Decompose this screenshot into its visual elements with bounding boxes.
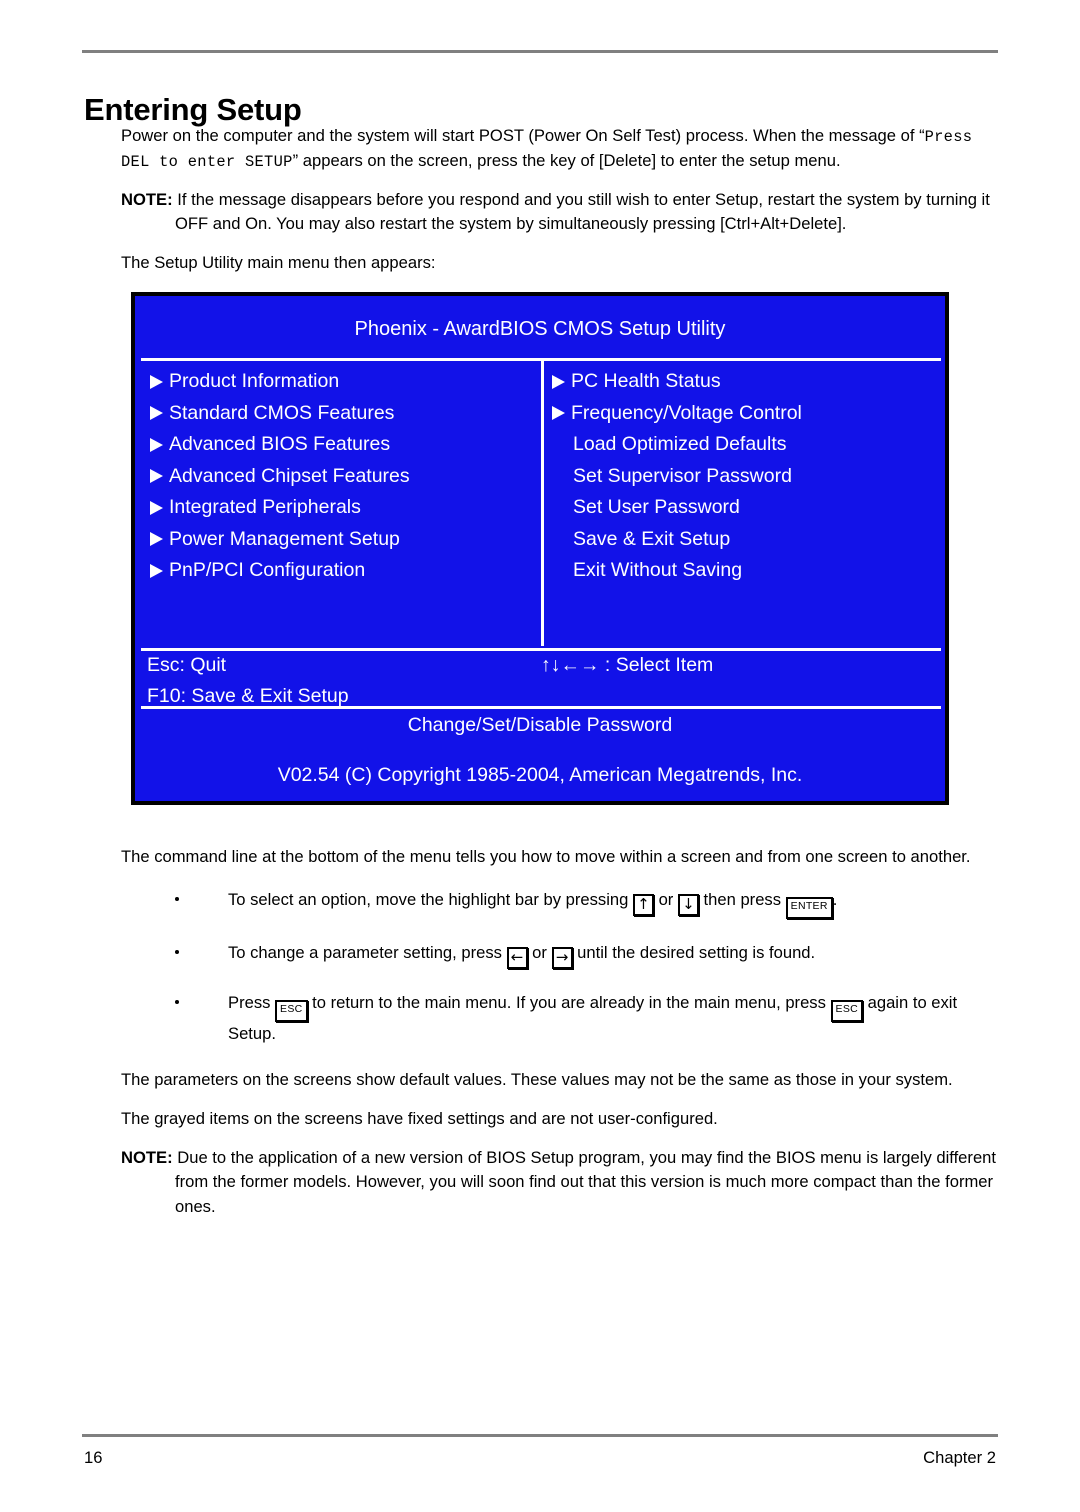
bios-menu-item[interactable]: Frequency/Voltage Control — [549, 398, 939, 430]
bullet3-part2: to return to the main menu. If you are a… — [307, 992, 831, 1012]
triangle-right-icon — [150, 532, 163, 547]
esc-key-icon: ESC — [275, 999, 308, 1022]
page-title: Entering Setup — [84, 91, 302, 127]
bullet-dot-icon — [175, 999, 179, 1004]
intro-text-block: Power on the computer and the system wil… — [121, 124, 996, 289]
default-values-paragraph: The parameters on the screens show defau… — [121, 1070, 953, 1090]
bios-menu-item-label: Advanced Chipset Features — [169, 464, 410, 487]
bios-menu-item-label: Set User Password — [573, 496, 740, 518]
triangle-right-icon — [552, 374, 565, 389]
bullet-dot-icon — [175, 949, 179, 954]
bios-menu-left-column: Product Information Standard CMOS Featur… — [147, 366, 537, 587]
bios-version-note-label: NOTE: — [121, 1147, 173, 1167]
bios-menu-item-label: Save & Exit Setup — [573, 527, 731, 550]
triangle-right-icon — [150, 406, 163, 421]
enter-key-icon: ENTER — [785, 896, 833, 919]
bullet1-part1: To select an option, move the highlight … — [228, 889, 633, 909]
bios-menu-item-label: Set Supervisor Password — [573, 464, 792, 487]
bullet-dot-icon — [175, 896, 179, 901]
bios-key-f10: F10: Save & Exit Setup — [147, 685, 349, 707]
triangle-right-icon — [150, 563, 163, 578]
bios-menu-item-label: Power Management Setup — [169, 527, 400, 550]
bios-version-note: NOTE: Due to the application of a new ve… — [121, 1146, 996, 1220]
bios-menu-item[interactable]: Load Optimized Defaults — [549, 429, 939, 461]
command-line-paragraph: The command line at the bottom of the me… — [121, 847, 971, 866]
bios-help-line: Change/Set/Disable Password — [407, 714, 673, 736]
bios-menu-item-label: PnP/PCI Configuration — [169, 559, 366, 581]
list-item: Press ESC to return to the main menu. If… — [121, 991, 996, 1047]
bios-menu-item[interactable]: Set Supervisor Password — [549, 461, 939, 493]
bios-menu-item-label: Integrated Peripherals — [169, 496, 361, 518]
bullet1-part3: then press — [698, 889, 786, 909]
bios-menu-item[interactable]: Advanced Chipset Features — [147, 461, 537, 493]
arrow-left-key-icon: ← — [506, 946, 528, 969]
intro-para-after-mono: ” appears on the screen, press the key o… — [292, 150, 841, 170]
bios-version-note-text: Due to the application of a new version … — [175, 1147, 997, 1216]
bios-setup-screen: Phoenix - AwardBIOS CMOS Setup Utility P… — [131, 292, 949, 805]
bios-menu-item-label: Load Optimized Defaults — [573, 433, 787, 455]
bios-menu-item-label: Exit Without Saving — [573, 559, 743, 581]
bios-menu-item[interactable]: Advanced BIOS Features — [147, 429, 537, 461]
triangle-right-icon — [150, 374, 163, 389]
bios-menu-right-column: PC Health Status Frequency/Voltage Contr… — [549, 366, 939, 587]
bullet3-part1: Press — [228, 992, 276, 1012]
header-rule — [82, 50, 998, 53]
bios-menu-item-label: Frequency/Voltage Control — [571, 401, 802, 424]
footer-chapter-label: Chapter 2 — [923, 1448, 996, 1467]
bios-menu-item[interactable]: Power Management Setup — [147, 524, 537, 556]
intro-note: NOTE: If the message disappears before y… — [121, 188, 996, 237]
bios-menu-item-label: Advanced BIOS Features — [169, 433, 391, 455]
bios-menu-item[interactable]: PC Health Status — [549, 366, 939, 398]
bullet2-part2: or — [527, 942, 552, 962]
lower-text-block: The command line at the bottom of the me… — [121, 845, 996, 1233]
navigation-bullet-list: To select an option, move the highlight … — [121, 888, 996, 1047]
bios-menu-item[interactable]: Integrated Peripherals — [147, 492, 537, 524]
footer-rule — [82, 1434, 998, 1437]
bios-menu-item-label: Standard CMOS Features — [169, 401, 395, 424]
list-item: To change a parameter setting, press ← o… — [121, 941, 996, 969]
triangle-right-icon — [552, 406, 565, 421]
bios-key-legend: Esc: Quit ↑↓←→ : Select Item F10: Save &… — [135, 651, 945, 707]
grayed-items-paragraph: The grayed items on the screens have fix… — [121, 1108, 718, 1128]
document-page: Entering Setup Power on the computer and… — [0, 0, 1080, 1512]
intro-note-label: NOTE: — [121, 189, 173, 209]
bios-menu-item[interactable]: PnP/PCI Configuration — [147, 555, 537, 587]
bullet1-part2: or — [653, 889, 678, 909]
bios-copyright-line: V02.54 (C) Copyright 1985-2004, American… — [277, 764, 803, 786]
bios-key-esc: Esc: Quit — [147, 654, 227, 676]
bios-column-divider — [541, 361, 544, 646]
setup-utility-lead-in: The Setup Utility main menu then appears… — [121, 252, 436, 272]
intro-paragraph: Power on the computer and the system wil… — [121, 124, 996, 174]
arrow-down-key-icon: ↓ — [677, 893, 699, 916]
bios-menu-item-label: Product Information — [169, 370, 340, 392]
bullet1-part4: . — [832, 889, 838, 909]
bios-keys-divider — [141, 706, 941, 709]
intro-para-before-mono: Power on the computer and the system wil… — [121, 126, 925, 145]
bios-menu-item[interactable]: Standard CMOS Features — [147, 398, 537, 430]
bios-menu-item[interactable]: Exit Without Saving — [549, 555, 939, 587]
triangle-right-icon — [150, 437, 163, 452]
bios-menu-item-label: PC Health Status — [571, 370, 721, 392]
bios-menu-item[interactable]: Set User Password — [549, 492, 939, 524]
arrow-right-key-icon: → — [551, 946, 573, 969]
triangle-right-icon — [150, 469, 163, 484]
footer-page-number: 16 — [84, 1448, 103, 1467]
bullet2-part3: until the desired setting is found. — [572, 942, 816, 962]
arrow-up-key-icon: ↑ — [632, 893, 654, 916]
bios-menu-item[interactable]: Product Information — [147, 366, 537, 398]
esc-key-icon: ESC — [830, 999, 864, 1022]
bios-menu-item[interactable]: Save & Exit Setup — [549, 524, 939, 556]
bios-screen-title: Phoenix - AwardBIOS CMOS Setup Utility — [354, 318, 726, 340]
intro-note-text: If the message disappears before you res… — [175, 189, 990, 234]
list-item: To select an option, move the highlight … — [121, 888, 996, 919]
bullet2-part1: To change a parameter setting, press — [228, 942, 507, 962]
triangle-right-icon — [150, 500, 163, 515]
bios-key-select-item: ↑↓←→ : Select Item — [541, 654, 714, 676]
